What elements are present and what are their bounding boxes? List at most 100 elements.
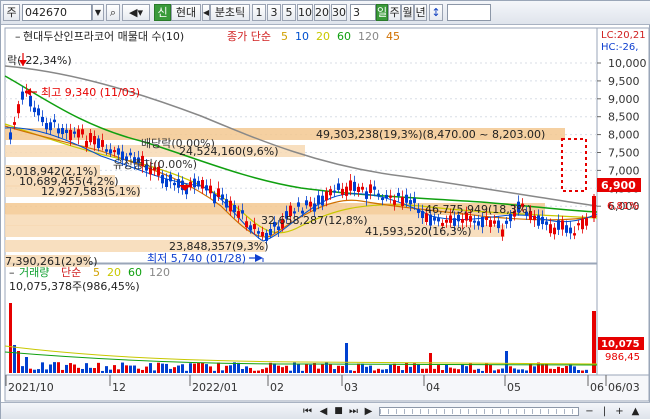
volume-bar (105, 366, 108, 373)
first-icon[interactable]: ⏮ (301, 405, 314, 418)
volume-bar (349, 370, 352, 373)
interval-30[interactable]: 30 (331, 4, 347, 21)
volume-bar (133, 365, 136, 373)
volume-bar (313, 363, 316, 373)
volume-profile-label: 12,927,583(5,1%) (41, 185, 141, 198)
candle-body (413, 198, 416, 203)
volume-bar (481, 370, 484, 373)
hyeondae-button[interactable]: 현대 (171, 4, 201, 21)
zoom-scrollbar[interactable] (379, 407, 579, 416)
candle-body (209, 185, 212, 194)
candle-body (353, 181, 356, 191)
volume-bar (117, 369, 120, 373)
candle-body (65, 129, 68, 134)
x-axis-panel (4, 374, 650, 402)
volume-bar (409, 366, 412, 373)
candle-body (165, 179, 168, 188)
volume-bar (17, 351, 20, 373)
date-input[interactable] (447, 4, 491, 21)
stock-chart[interactable]: 49,303,238(19,3%)(8,470.00 ~ 8,203.00)24… (1, 26, 650, 402)
volume-bar (29, 368, 32, 373)
candle-body (505, 220, 508, 224)
volume-bar (77, 367, 80, 373)
volume-bar (281, 367, 284, 373)
volume-collapse-icon[interactable]: – (9, 266, 15, 279)
candle-body (85, 140, 88, 148)
last-icon[interactable]: ⏭ (347, 405, 360, 418)
prev-icon[interactable]: ◀ (202, 4, 210, 21)
volume-bar (33, 369, 36, 373)
collapse-icon[interactable]: – (15, 30, 21, 43)
scroll-arrow-icon[interactable]: ↕ (429, 4, 443, 21)
volume-ma-legend-item: 5 (93, 266, 100, 279)
candle-body (49, 122, 52, 131)
volume-bar (109, 369, 112, 373)
candle-body (393, 200, 396, 205)
volume-bar (549, 368, 552, 373)
volume-bar (437, 365, 440, 373)
volume-bar (381, 369, 384, 373)
volume-bar (113, 365, 116, 373)
candle-body (221, 194, 224, 200)
market-select[interactable]: 주 (3, 4, 20, 21)
volume-ma-legend-item: 20 (107, 266, 121, 279)
interval-5[interactable]: 5 (282, 4, 296, 21)
period-unit-button[interactable]: 분초틱 (210, 4, 250, 21)
up-icon[interactable]: ▲ (629, 405, 642, 418)
date-tick-label: 2021/10 (8, 381, 54, 394)
volume-bar (69, 363, 72, 373)
candle-body (381, 197, 384, 201)
price-tick-label: 8,500 (608, 111, 640, 124)
date-tick-label: 2022/01 (192, 381, 238, 394)
search-icon[interactable]: ⌕ (106, 4, 120, 21)
stop-icon[interactable]: ■ (332, 405, 345, 418)
volume-bar (13, 345, 16, 373)
candle-body (229, 200, 232, 212)
interval-20[interactable]: 20 (314, 4, 330, 21)
candle-body (117, 148, 120, 155)
volume-bar (285, 365, 288, 373)
high-label: 최고 9,340 (11/03) (41, 86, 140, 99)
candle-body (537, 215, 540, 226)
candle-body (21, 91, 24, 100)
candle-body (45, 123, 48, 130)
volume-bar (373, 370, 376, 373)
volume-bar (305, 364, 308, 373)
period-day[interactable]: 일 (376, 4, 388, 21)
count-input[interactable]: 3 (350, 4, 376, 21)
candle-body (81, 129, 84, 135)
play-icon[interactable]: ▶ (362, 405, 375, 418)
period-year[interactable]: 년 (414, 4, 427, 21)
code-dropdown-icon[interactable]: ▼ (92, 4, 104, 21)
price-legend-label: 종가 단순 (227, 30, 271, 43)
sound-icon[interactable]: ◀▾ (122, 4, 150, 21)
volume-bar (21, 366, 24, 373)
period-month[interactable]: 월 (401, 4, 414, 21)
candle-body (105, 149, 108, 152)
date-tick-label: 12 (112, 381, 126, 394)
volume-bar (153, 370, 156, 373)
volume-bar (169, 368, 172, 373)
interval-10[interactable]: 10 (297, 4, 313, 21)
interval-3[interactable]: 3 (267, 4, 281, 21)
interval-1[interactable]: 1 (252, 4, 266, 21)
stock-code-input[interactable]: 042670 (22, 4, 92, 21)
volume-bar (57, 362, 60, 373)
candle-body (17, 104, 20, 114)
volume-bar (289, 370, 292, 373)
volume-bar (453, 368, 456, 373)
period-week[interactable]: 주 (388, 4, 401, 21)
volume-bar (533, 366, 536, 373)
volume-bar (257, 370, 260, 373)
zoom-out-icon[interactable]: − (583, 405, 596, 418)
sin-button[interactable]: 신 (154, 4, 171, 21)
volume-bar (441, 370, 444, 373)
zoom-in-icon[interactable]: + (613, 405, 626, 418)
hc-label: HC:-26, (601, 42, 638, 53)
candle-body (373, 186, 376, 190)
volume-bar (565, 365, 568, 373)
date-tick-label: 02 (270, 381, 284, 394)
prev-page-icon[interactable]: ◀ (317, 405, 330, 418)
candle-body (317, 195, 320, 205)
lc-label: LC:20,21 (601, 30, 646, 41)
